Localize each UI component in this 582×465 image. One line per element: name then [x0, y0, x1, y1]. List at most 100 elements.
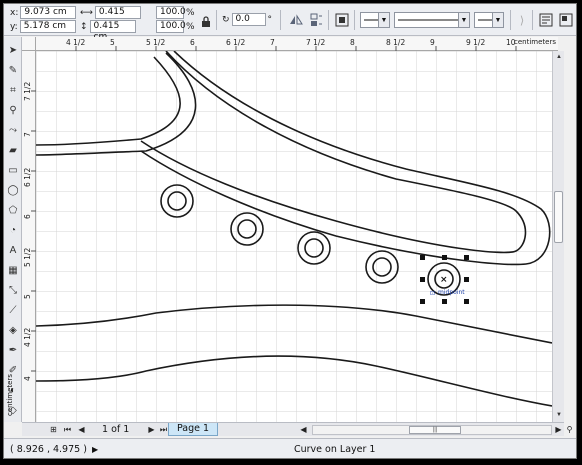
ruler-ticks [31, 90, 36, 372]
scroll-left-icon[interactable]: ◀ [298, 424, 309, 435]
table-tool-icon[interactable]: ▦ [6, 263, 20, 277]
lock-ratio-icon[interactable] [198, 13, 214, 29]
height-icon: ↕ [80, 21, 88, 32]
vertical-ruler[interactable]: 7 1/2 7 6 1/2 6 5 1/2 5 4 1/2 4 [22, 51, 36, 424]
selection-handle[interactable] [464, 299, 469, 304]
app-window: x: 9.073 cm y: 5.178 cm ⟷ 0.415 cm ↕ 0.4… [3, 3, 577, 459]
height-input[interactable]: 0.415 cm [89, 20, 136, 42]
rotate-icon: ↻ [222, 14, 230, 25]
pick-tool-icon[interactable]: ➤ [6, 43, 20, 57]
ruler-tick-label: 7 [23, 132, 32, 137]
vertical-scroll-thumb[interactable] [554, 191, 563, 243]
connector-tool-icon[interactable]: ⟋ [6, 303, 20, 317]
snap-node-label: midpoint [438, 289, 465, 296]
x-position-input[interactable]: 9.073 cm [20, 6, 77, 19]
width-icon: ⟷ [80, 7, 93, 18]
text-wrap-icon[interactable] [538, 12, 554, 28]
height-field: ↕ 0.415 cm [80, 20, 136, 42]
zoom-navigator-icon[interactable]: ⚲ [564, 424, 575, 435]
rotation-input[interactable]: 0.0 [231, 13, 266, 26]
page-count: 1 of 1 [102, 424, 130, 435]
selection-handle[interactable] [442, 255, 447, 260]
smart-fill-tool-icon[interactable]: ▰ [6, 143, 20, 157]
shape-tool-icon[interactable]: ✎ [6, 63, 20, 77]
close-curve-icon[interactable]: ⟩ [514, 12, 530, 28]
selection-handle[interactable] [442, 299, 447, 304]
cursor-coordinates: ( 8.926 , 4.975 ) [10, 444, 87, 455]
start-arrowhead-select[interactable]: ▼ [360, 12, 390, 28]
polygon-tool-icon[interactable]: ⬠ [6, 203, 20, 217]
basic-shapes-tool-icon[interactable]: ◔ [6, 223, 20, 237]
width-input[interactable]: 0.415 cm [94, 6, 141, 28]
ruler-tick-label: 5 [110, 38, 115, 47]
line-preview-icon [398, 19, 458, 21]
scroll-right-icon[interactable]: ▶ [553, 424, 564, 435]
rectangle-tool-icon[interactable]: ▭ [6, 163, 20, 177]
ruler-tick-label: 6 1/2 [226, 38, 246, 47]
ruler-tick-label: 5 [23, 294, 32, 299]
options-icon[interactable] [558, 12, 574, 28]
chevron-down-icon: ▼ [458, 13, 469, 27]
vertical-scrollbar[interactable]: ▲ ▼ [552, 51, 564, 422]
previous-page-icon[interactable]: ◀ [76, 424, 87, 435]
zoom-tool-icon[interactable]: ⚲ [6, 103, 20, 117]
end-arrowhead-select[interactable]: ▼ [474, 12, 504, 28]
ruler-origin[interactable] [22, 37, 36, 51]
line-style-select[interactable]: ▼ [394, 12, 470, 28]
selection-handle[interactable] [420, 299, 425, 304]
ruler-tick-label: 9 [430, 38, 435, 47]
ellipse-tool-icon[interactable]: ◯ [6, 183, 20, 197]
ruler-tick-label: 6 [23, 214, 32, 219]
mirror-vertical-icon[interactable] [308, 12, 324, 28]
ruler-tick-label: 9 1/2 [466, 38, 486, 47]
scroll-down-icon[interactable]: ▼ [554, 410, 564, 420]
drawing-canvas[interactable]: × ⊡ midpoint [36, 51, 552, 422]
toolbox: ➤ ✎ ⌗ ⚲ ⤳ ▰ ▭ ◯ ⬠ ◔ A ▦ ⤡ ⟋ ◈ ✒ ✐ ◐ ◇ [4, 37, 22, 422]
chevron-down-icon: ▼ [378, 13, 389, 27]
ruler-units-label: centimeters [6, 374, 14, 416]
horizontal-scrollbar[interactable]: ||| [312, 425, 552, 435]
text-tool-icon[interactable]: A [6, 243, 20, 257]
add-page-icon[interactable]: ⊞ [48, 424, 59, 435]
ruler-tick-label: 8 1/2 [386, 38, 406, 47]
selection-handle[interactable] [464, 277, 469, 282]
blend-tool-icon[interactable]: ◈ [6, 323, 20, 337]
drawing-page[interactable]: × ⊡ midpoint [36, 51, 552, 422]
eyedropper-tool-icon[interactable]: ✒ [6, 343, 20, 357]
ruler-units-label: centimeters [514, 38, 556, 46]
selection-handle[interactable] [420, 277, 425, 282]
first-page-icon[interactable]: ⏮ [62, 424, 73, 435]
ruler-tick-label: 6 1/2 [23, 167, 32, 187]
horizontal-ruler[interactable]: 4 1/2 5 5 1/2 6 6 1/2 7 7 1/2 8 8 1/2 9 … [36, 37, 558, 51]
ruler-tick-label: 7 [270, 38, 275, 47]
ruler-tick-label: 4 1/2 [23, 327, 32, 347]
selection-handle[interactable] [464, 255, 469, 260]
chevron-down-icon: ▼ [492, 13, 503, 27]
tab-page-1[interactable]: Page 1 [168, 423, 218, 436]
x-position-field: x: 9.073 cm [10, 6, 77, 19]
selection-handle[interactable] [420, 255, 425, 260]
crop-tool-icon[interactable]: ⌗ [6, 83, 20, 97]
width-field: ⟷ 0.415 cm [80, 6, 141, 28]
status-message: Curve on Layer 1 [294, 444, 376, 455]
toolbar-separator [354, 10, 355, 30]
scroll-up-icon[interactable]: ▲ [554, 52, 564, 62]
wrap-text-icon[interactable] [334, 12, 350, 28]
scale-x-input[interactable]: 100.0 [156, 6, 186, 19]
y-position-input[interactable]: 5.178 cm [19, 20, 76, 33]
scale-y-field: 100.0 % [156, 20, 195, 33]
freehand-tool-icon[interactable]: ⤳ [6, 123, 20, 137]
ruler-tick-label: 4 1/2 [66, 38, 86, 47]
snap-icon: ⊡ [430, 290, 435, 297]
scale-y-input[interactable]: 100.0 [156, 20, 186, 33]
mirror-horizontal-icon[interactable] [288, 12, 304, 28]
x-label: x: [10, 7, 19, 18]
horizontal-scroll-thumb[interactable]: ||| [409, 426, 461, 434]
dimension-tool-icon[interactable]: ⤡ [6, 283, 20, 297]
center-x-marker-icon: × [440, 275, 448, 285]
next-page-icon[interactable]: ▶ [146, 424, 157, 435]
y-position-field: y: 5.178 cm [10, 20, 76, 33]
grid [36, 51, 552, 422]
play-icon[interactable]: ▶ [92, 445, 98, 454]
ruler-tick-label: 7 1/2 [306, 38, 326, 47]
